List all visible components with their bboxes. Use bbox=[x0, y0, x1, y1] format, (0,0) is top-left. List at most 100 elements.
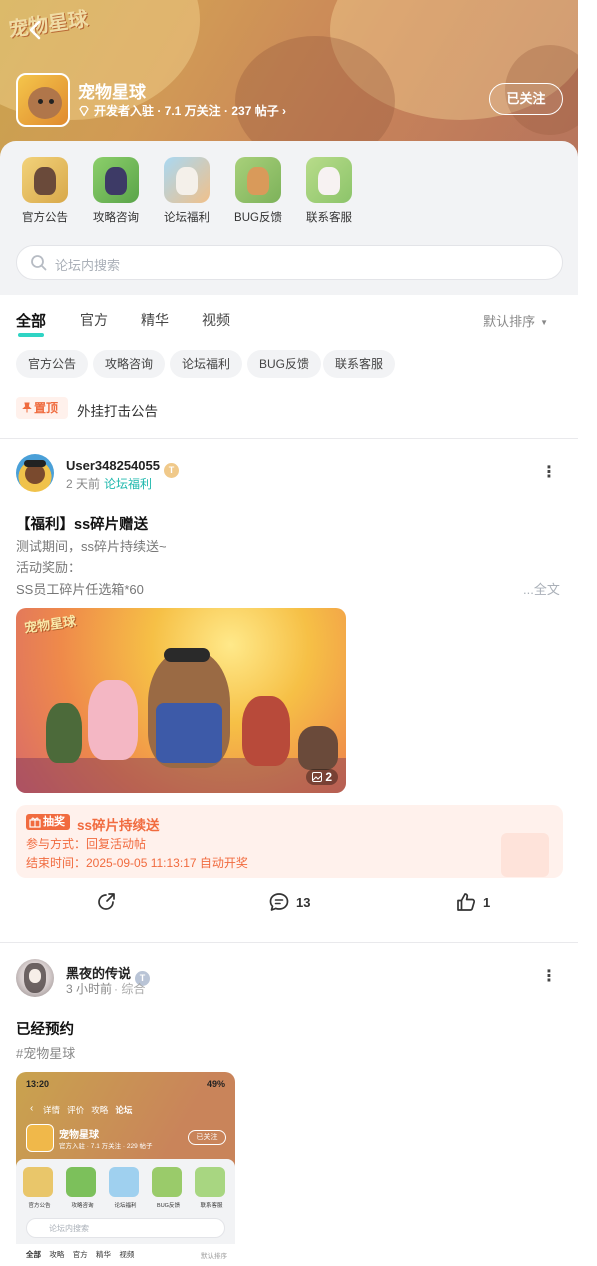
search-placeholder: 论坛内搜索 bbox=[55, 258, 121, 273]
forum-meta[interactable]: 开发者入驻 · 7.1 万关注 · 237 帖子 › bbox=[78, 102, 286, 119]
mini-search-placeholder: 论坛内搜索 bbox=[49, 1224, 89, 1233]
status-time: 13:20 bbox=[26, 1079, 50, 1089]
mini-forum-avatar bbox=[26, 1124, 54, 1152]
like-button[interactable]: 1 bbox=[455, 891, 490, 921]
bear-suit bbox=[156, 703, 222, 763]
lottery-badge-label: 抽奖 bbox=[43, 816, 65, 828]
character-cat bbox=[88, 680, 138, 760]
post-tag[interactable]: · 综合 bbox=[114, 982, 145, 996]
divider bbox=[0, 942, 578, 943]
lottery-title: ss碎片持续送 bbox=[77, 818, 160, 833]
category-bug-report[interactable]: BUG反馈 bbox=[228, 157, 288, 225]
follow-button[interactable]: 已关注 bbox=[489, 83, 563, 115]
mini-subtab: 攻略 bbox=[49, 1250, 65, 1259]
avatar-face bbox=[25, 464, 45, 484]
chip-customer-service[interactable]: 联系客服 bbox=[323, 350, 396, 378]
mini-tab: 评价 bbox=[67, 1105, 85, 1115]
category-label: BUG反馈 bbox=[234, 212, 282, 224]
character-clown bbox=[242, 696, 290, 766]
post-image[interactable]: 宠物星球 2 bbox=[16, 608, 346, 793]
mini-back-icon: ‹ bbox=[30, 1103, 34, 1114]
mini-cat-label: 论坛福利 bbox=[114, 1203, 137, 1209]
mini-sheet: 官方公告 攻略咨询 论坛福利 BUG反馈 联系客服 论坛内搜索 全部 攻略 官方 精华 … bbox=[16, 1159, 235, 1266]
avatar[interactable] bbox=[16, 959, 54, 997]
pin-icon bbox=[22, 402, 32, 413]
mini-cat-label: 攻略咨询 bbox=[71, 1203, 94, 1209]
more-options-icon[interactable]: ⋮ bbox=[539, 463, 559, 483]
mini-cat-icon bbox=[66, 1167, 96, 1197]
avatar[interactable] bbox=[16, 454, 54, 492]
mini-cat-icon bbox=[23, 1167, 53, 1197]
tab-video[interactable]: 视频 bbox=[202, 310, 230, 330]
forum-avatar[interactable] bbox=[16, 73, 70, 127]
gift-decoration-icon bbox=[501, 833, 549, 877]
lottery-method: 参与方式：回复活动帖 bbox=[26, 837, 147, 851]
bear-hat bbox=[164, 648, 210, 662]
tab-featured[interactable]: 精华 bbox=[141, 310, 169, 330]
gift-icon bbox=[29, 817, 41, 828]
chip-strategy[interactable]: 攻略咨询 bbox=[93, 350, 166, 378]
mini-follow-button: 已关注 bbox=[188, 1130, 226, 1145]
chip-bug-report[interactable]: BUG反馈 bbox=[247, 350, 322, 378]
image-count-badge: 2 bbox=[305, 769, 338, 785]
post-title: 已经预约 bbox=[16, 1022, 74, 1038]
post-title: 【福利】ss碎片赠送 bbox=[16, 517, 149, 533]
character-figure bbox=[176, 167, 198, 195]
search-icon bbox=[31, 255, 47, 271]
pinned-badge-label: 置顶 bbox=[34, 401, 59, 415]
category-label: 攻略咨询 bbox=[93, 212, 139, 224]
bear-eye bbox=[49, 99, 54, 104]
category-customer-service[interactable]: 联系客服 bbox=[299, 157, 359, 225]
mini-tabs: 详情 评价 攻略 论坛 bbox=[43, 1104, 132, 1116]
forum-name: 宠物星球 bbox=[78, 83, 146, 102]
comment-button[interactable]: 13 bbox=[268, 891, 310, 921]
share-button[interactable] bbox=[95, 891, 117, 921]
character-figure bbox=[247, 167, 269, 195]
post-body-line: SS员工碎片任选箱*60 bbox=[16, 582, 144, 597]
right-margin bbox=[578, 0, 597, 1266]
diamond-icon bbox=[79, 105, 89, 117]
caret-down-icon: ▼ bbox=[540, 318, 548, 327]
post-body-line: 测试期间，ss碎片持续送~ bbox=[16, 539, 167, 554]
chip-forum-benefits[interactable]: 论坛福利 bbox=[170, 350, 243, 378]
mini-tab-bar: 全部 攻略 官方 精华 视频 默认排序 bbox=[16, 1244, 235, 1266]
mini-tab: 攻略 bbox=[91, 1105, 109, 1115]
category-official-announcement[interactable]: 官方公告 bbox=[15, 157, 75, 225]
divider bbox=[0, 438, 578, 439]
comment-icon bbox=[269, 893, 289, 911]
post-hashtag[interactable]: #宠物星球 bbox=[16, 1043, 75, 1062]
feed-tabs: 全部 官方 精华 视频 默认排序 ▼ bbox=[0, 295, 578, 345]
announcement-icon bbox=[22, 157, 68, 203]
read-more-link[interactable]: ...全文 bbox=[523, 579, 560, 598]
tab-all[interactable]: 全部 bbox=[16, 310, 46, 337]
mini-tab: 详情 bbox=[43, 1105, 61, 1115]
back-button[interactable] bbox=[22, 16, 50, 44]
search-input[interactable]: 论坛内搜索 bbox=[16, 245, 563, 280]
avatar-hat bbox=[24, 460, 46, 467]
image-logo: 宠物星球 bbox=[23, 613, 77, 636]
bug-icon bbox=[235, 157, 281, 203]
service-icon bbox=[306, 157, 352, 203]
character-duck bbox=[46, 703, 82, 763]
post-screenshot-image[interactable]: 13:20 49% ‹ 详情 评价 攻略 论坛 宠物星球 官方入驻 · 7.1 … bbox=[16, 1072, 235, 1266]
post-body-line: 活动奖励： bbox=[16, 560, 82, 575]
tab-official[interactable]: 官方 bbox=[80, 310, 108, 330]
mini-cat-label: BUG反馈 bbox=[157, 1203, 180, 1209]
category-forum-benefits[interactable]: 论坛福利 bbox=[157, 157, 217, 225]
character-figure bbox=[318, 167, 340, 195]
lottery-end-time: 结束时间：2025-09-05 11:13:17 自动开奖 bbox=[26, 856, 248, 870]
sort-label: 默认排序 bbox=[483, 314, 536, 329]
mini-subtab: 视频 bbox=[119, 1250, 135, 1259]
more-options-icon[interactable]: ⋮ bbox=[539, 967, 559, 987]
benefits-icon bbox=[164, 157, 210, 203]
mini-cat-icon bbox=[152, 1167, 182, 1197]
category-strategy[interactable]: 攻略咨询 bbox=[86, 157, 146, 225]
sort-dropdown[interactable]: 默认排序 ▼ bbox=[483, 311, 548, 330]
mini-cat-label: 联系客服 bbox=[200, 1203, 223, 1209]
forum-page: 宠物星球 宠物星球 开发者入驻 · 7.1 万关注 · 237 帖子 › 已关注… bbox=[0, 0, 578, 1266]
lottery-card[interactable]: 抽奖 ss碎片持续送 参与方式：回复活动帖 结束时间：2025-09-05 11… bbox=[16, 805, 563, 878]
post-action-bar: 13 1 bbox=[0, 891, 578, 921]
image-icon bbox=[311, 772, 322, 782]
chip-official-announcement[interactable]: 官方公告 bbox=[16, 350, 89, 378]
post-tag[interactable]: 论坛福利 bbox=[104, 477, 152, 491]
